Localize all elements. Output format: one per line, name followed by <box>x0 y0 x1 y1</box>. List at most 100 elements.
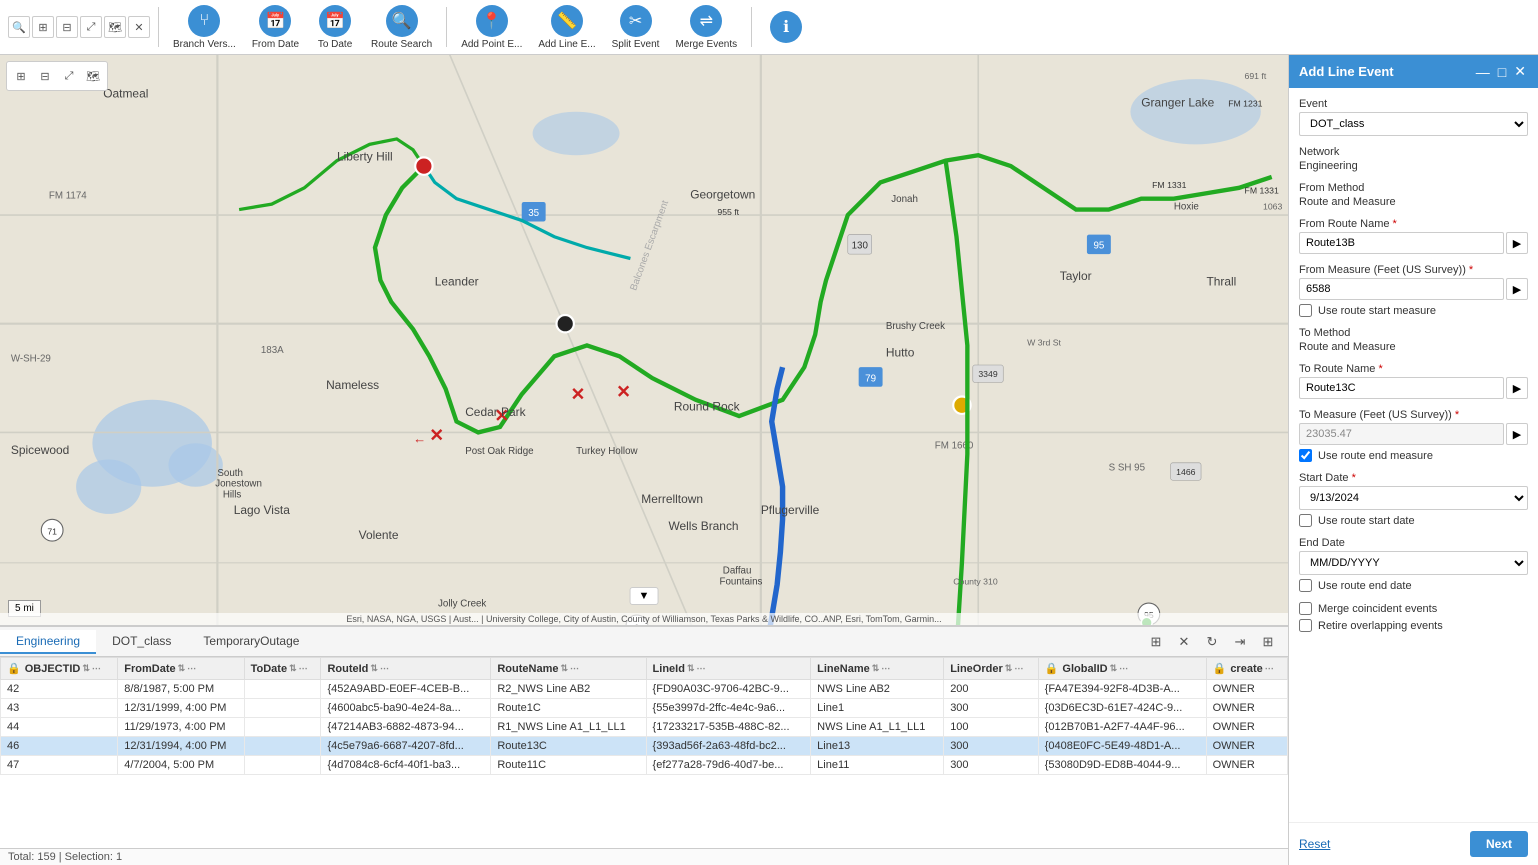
sort-icon-lineid[interactable]: ⇅ <box>687 663 695 674</box>
cell-fromdate: 4/7/2004, 5:00 PM <box>118 756 244 775</box>
use-route-end-date-checkbox[interactable] <box>1299 579 1312 592</box>
tab-dot-class[interactable]: DOT_class <box>96 630 187 654</box>
cell-globalid: {0408E0FC-5E49-48D1-A... <box>1038 737 1206 756</box>
table-refresh-btn[interactable]: ↻ <box>1200 630 1224 654</box>
to-measure-map-btn[interactable]: ▶ <box>1506 423 1528 445</box>
col-routename[interactable]: RouteName ⇅ ⋯ <box>491 658 646 680</box>
search-small-btn[interactable]: 🔍 <box>8 16 30 38</box>
add-line-event-button[interactable]: 📏 Add Line E... <box>532 1 601 54</box>
info-button[interactable]: ℹ <box>760 7 812 47</box>
table-row[interactable]: 42 8/8/1987, 5:00 PM {452A9ABD-E0EF-4CEB… <box>1 680 1288 699</box>
branch-versions-button[interactable]: ⑂ Branch Vers... <box>167 1 242 54</box>
more-icon-routename[interactable]: ⋯ <box>570 663 579 674</box>
sort-icon-routename[interactable]: ⇅ <box>560 663 568 674</box>
col-lineid[interactable]: LineId ⇅ ⋯ <box>646 658 811 680</box>
use-route-start-date-checkbox[interactable] <box>1299 514 1312 527</box>
branch-versions-label: Branch Vers... <box>173 39 236 50</box>
event-select[interactable]: DOT_class <box>1299 112 1528 136</box>
map-container[interactable]: 35 95 79 130 ✕ ✕ <box>0 55 1288 625</box>
from-date-button[interactable]: 📅 From Date <box>246 1 305 54</box>
to-measure-input[interactable] <box>1299 423 1504 445</box>
col-globalid[interactable]: 🔒 GlobalID ⇅ ⋯ <box>1038 658 1206 680</box>
close-small-btn[interactable]: ✕ <box>128 16 150 38</box>
col-routeid[interactable]: RouteId ⇅ ⋯ <box>321 658 491 680</box>
table-export-btn[interactable]: ⇥ <box>1228 630 1252 654</box>
cell-lineorder: 300 <box>944 737 1039 756</box>
table-small-btn[interactable]: ⊞ <box>32 16 54 38</box>
svg-text:Liberty Hill: Liberty Hill <box>337 150 393 164</box>
table-row[interactable]: 46 12/31/1994, 4:00 PM {4c5e79a6-6687-42… <box>1 737 1288 756</box>
resize-small-btn[interactable]: ⤢ <box>80 16 102 38</box>
more-icon-globalid[interactable]: ⋯ <box>1119 663 1128 674</box>
more-icon-routeid[interactable]: ⋯ <box>380 663 389 674</box>
map-attribution: Esri, NASA, NGA, USGS | Aust... | Univer… <box>0 613 1288 625</box>
table-row[interactable]: 43 12/31/1999, 4:00 PM {4600abc5-ba90-4e… <box>1 699 1288 718</box>
toolbar-separator <box>158 7 159 47</box>
table-row[interactable]: 44 11/29/1973, 4:00 PM {47214AB3-6882-48… <box>1 718 1288 737</box>
retire-overlapping-checkbox[interactable] <box>1299 619 1312 632</box>
table-wrapper[interactable]: 🔒 OBJECTID ⇅ ⋯ FromDate ⇅ ⋯ ToDate ⇅ <box>0 657 1288 848</box>
add-point-event-button[interactable]: 📍 Add Point E... <box>455 1 528 54</box>
route-search-button[interactable]: 🔍 Route Search <box>365 1 438 54</box>
start-date-select[interactable]: 9/13/2024 <box>1299 486 1528 510</box>
panel-close-btn[interactable]: ✕ <box>1512 63 1528 80</box>
from-measure-input[interactable] <box>1299 278 1504 300</box>
more-icon-create[interactable]: ⋯ <box>1265 663 1274 674</box>
col-create[interactable]: 🔒 create ⋯ <box>1206 658 1287 680</box>
table-filter-btn[interactable]: ⊞ <box>1144 630 1168 654</box>
grid-small-btn[interactable]: ⊟ <box>56 16 78 38</box>
map-widget-icon-3[interactable]: ⤢ <box>58 65 80 87</box>
use-route-end-measure-checkbox[interactable] <box>1299 449 1312 462</box>
svg-text:FM 1231: FM 1231 <box>1228 98 1262 108</box>
merge-coincident-checkbox[interactable] <box>1299 602 1312 615</box>
panel-minimize-btn[interactable]: — <box>1474 63 1492 80</box>
sort-icon-linename[interactable]: ⇅ <box>872 663 880 674</box>
network-group: Network Engineering <box>1299 146 1528 172</box>
tab-temporary-outage[interactable]: TemporaryOutage <box>187 630 315 654</box>
more-icon-fromdate[interactable]: ⋯ <box>187 663 196 674</box>
split-event-button[interactable]: ✂ Split Event <box>606 1 666 54</box>
sort-icon-globalid[interactable]: ⇅ <box>1110 663 1118 674</box>
sort-icon-todate[interactable]: ⇅ <box>289 663 297 674</box>
table-tabs: Engineering DOT_class TemporaryOutage ⊞ … <box>0 627 1288 657</box>
more-icon-linename[interactable]: ⋯ <box>881 663 890 674</box>
table-row[interactable]: 47 4/7/2004, 5:00 PM {4d7084c8-6cf4-40f1… <box>1 756 1288 775</box>
table-grid-btn[interactable]: ⊞ <box>1256 630 1280 654</box>
to-route-name-map-btn[interactable]: ▶ <box>1506 377 1528 399</box>
reset-button[interactable]: Reset <box>1299 837 1330 851</box>
col-lineorder[interactable]: LineOrder ⇅ ⋯ <box>944 658 1039 680</box>
table-footer-text: Total: 159 | Selection: 1 <box>8 851 122 863</box>
to-route-name-input[interactable] <box>1299 377 1504 399</box>
from-route-name-map-btn[interactable]: ▶ <box>1506 232 1528 254</box>
next-button[interactable]: Next <box>1470 831 1528 857</box>
map-collapse-button[interactable]: ▼ <box>630 587 659 605</box>
col-objectid[interactable]: 🔒 OBJECTID ⇅ ⋯ <box>1 658 118 680</box>
more-icon-objectid[interactable]: ⋯ <box>92 663 101 674</box>
from-date-label: From Date <box>252 39 299 50</box>
retire-overlapping-label: Retire overlapping events <box>1318 620 1443 632</box>
more-icon-lineid[interactable]: ⋯ <box>696 663 705 674</box>
use-route-start-measure-label: Use route start measure <box>1318 305 1436 317</box>
table-clear-btn[interactable]: ✕ <box>1172 630 1196 654</box>
col-todate[interactable]: ToDate ⇅ ⋯ <box>244 658 321 680</box>
sort-icon-routeid[interactable]: ⇅ <box>370 663 378 674</box>
from-route-name-input[interactable] <box>1299 232 1504 254</box>
merge-events-button[interactable]: ⇌ Merge Events <box>669 1 743 54</box>
sort-icon-fromdate[interactable]: ⇅ <box>178 663 186 674</box>
col-linename[interactable]: LineName ⇅ ⋯ <box>811 658 944 680</box>
map-small-btn[interactable]: 🗺 <box>104 16 126 38</box>
to-date-button[interactable]: 📅 To Date <box>309 1 361 54</box>
sort-icon-lineorder[interactable]: ⇅ <box>1005 663 1013 674</box>
sort-icon-objectid[interactable]: ⇅ <box>82 663 90 674</box>
end-date-select[interactable]: MM/DD/YYYY <box>1299 551 1528 575</box>
more-icon-todate[interactable]: ⋯ <box>299 663 308 674</box>
more-icon-lineorder[interactable]: ⋯ <box>1014 663 1023 674</box>
panel-maximize-btn[interactable]: □ <box>1496 63 1508 80</box>
map-widget-icon-4[interactable]: 🗺 <box>82 65 104 87</box>
from-measure-map-btn[interactable]: ▶ <box>1506 278 1528 300</box>
use-route-start-measure-checkbox[interactable] <box>1299 304 1312 317</box>
col-fromdate[interactable]: FromDate ⇅ ⋯ <box>118 658 244 680</box>
tab-engineering[interactable]: Engineering <box>0 630 96 654</box>
map-widget-icon-1[interactable]: ⊞ <box>10 65 32 87</box>
map-widget-icon-2[interactable]: ⊟ <box>34 65 56 87</box>
